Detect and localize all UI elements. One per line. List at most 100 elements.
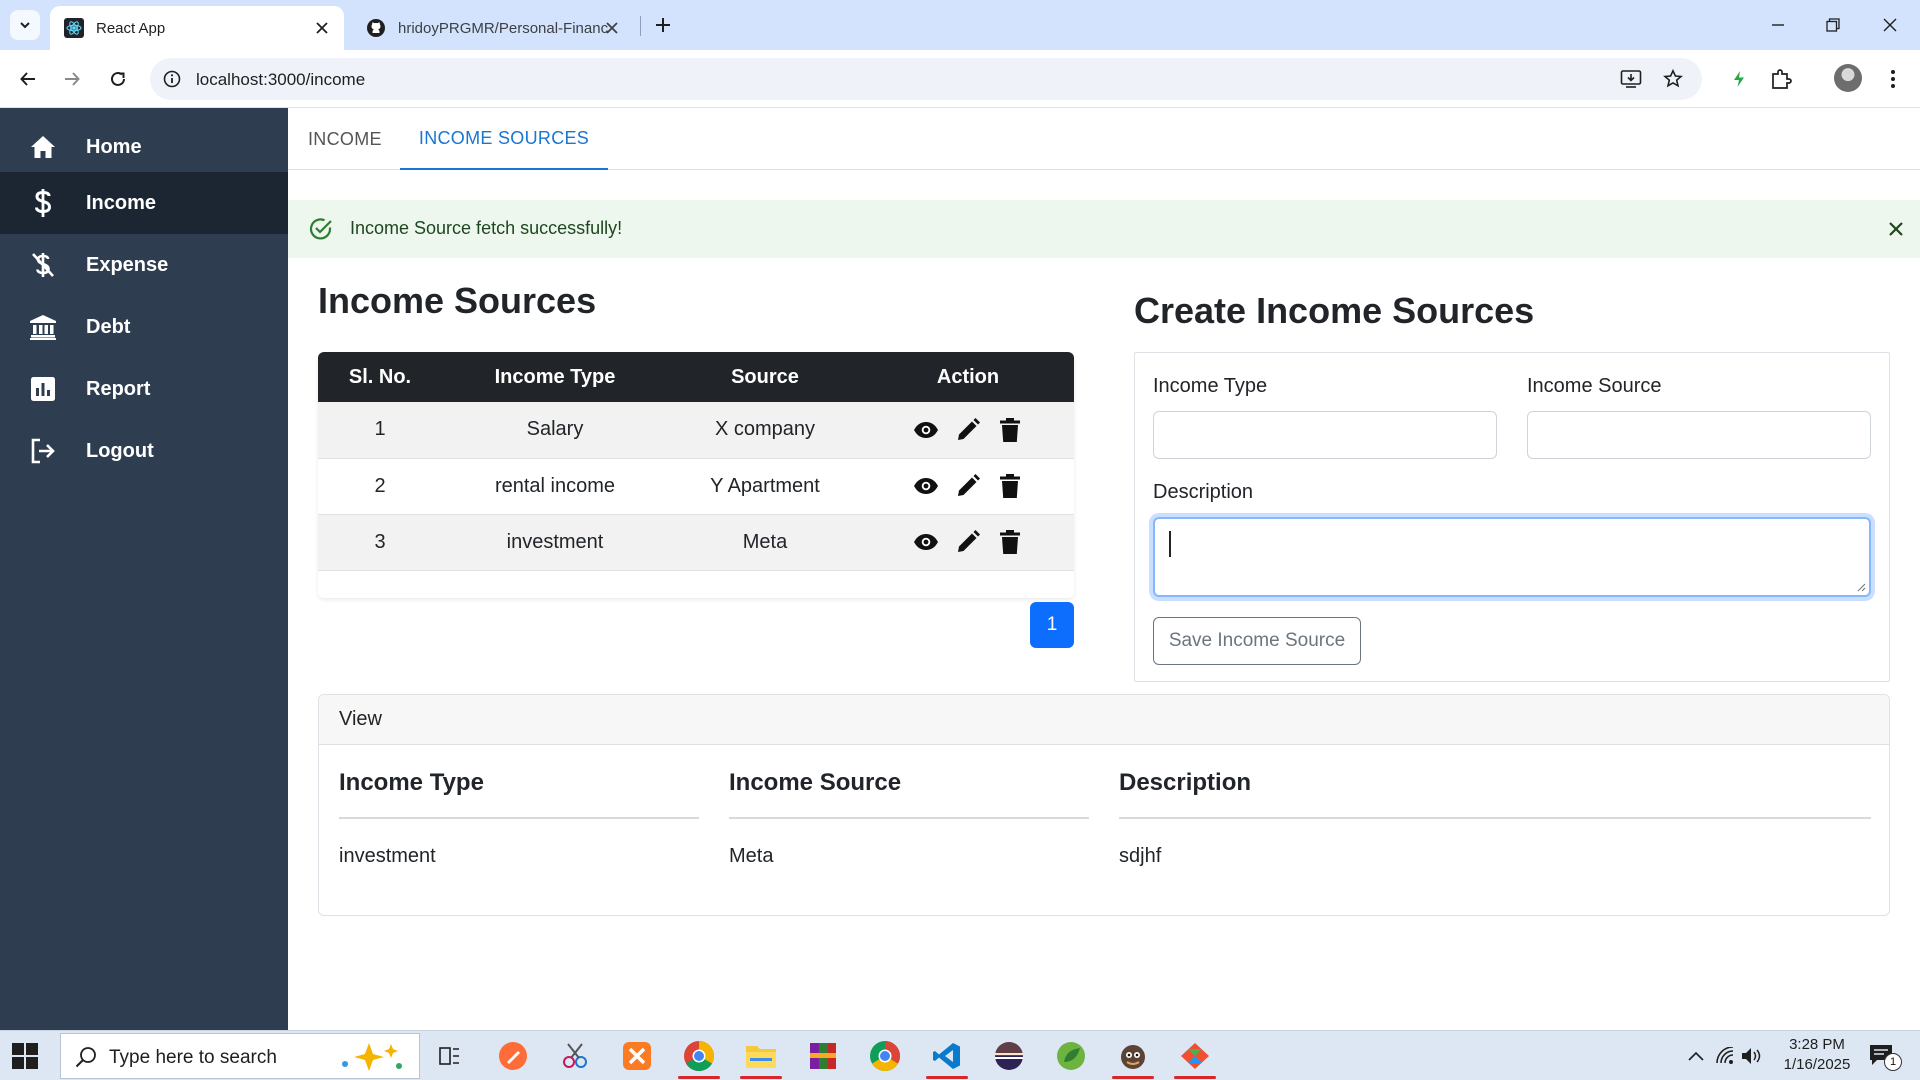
description-textarea[interactable] <box>1153 517 1871 597</box>
edit-pencil-icon[interactable] <box>954 528 982 556</box>
tab-search-button[interactable] <box>10 10 40 40</box>
sidebar-item-label: Logout <box>86 439 154 462</box>
tab-label: INCOME SOURCES <box>418 127 590 148</box>
sidebar-item-label: Income <box>86 191 157 214</box>
taskbar-clock[interactable]: 3:28 PM 1/16/2025 <box>1772 1035 1862 1075</box>
delete-trash-icon[interactable] <box>996 528 1024 556</box>
tab-label: INCOME <box>308 128 382 149</box>
task-view-icon[interactable] <box>424 1036 474 1076</box>
description-label: Description <box>1153 481 1254 503</box>
file-explorer-icon[interactable] <box>736 1036 786 1079</box>
copilot-sparkle-icon[interactable] <box>329 1040 409 1074</box>
site-info-icon[interactable] <box>162 69 182 89</box>
arrow-right-icon <box>65 72 80 86</box>
sidebar-item-logout[interactable]: Logout <box>0 420 288 482</box>
git-app-icon[interactable] <box>1170 1036 1220 1079</box>
browser-tab-title: hridoyPRGMR/Personal-Finance <box>398 19 608 37</box>
notification-center-button[interactable]: 1 <box>1868 1043 1904 1071</box>
income-type-input[interactable] <box>1153 411 1497 459</box>
tab-income-sources[interactable]: INCOME SOURCES <box>400 108 608 170</box>
active-indicator <box>678 1076 720 1079</box>
view-description-heading: Description <box>1119 769 1252 796</box>
table-row: 1 Salary X company <box>318 402 1074 458</box>
close-icon <box>1883 18 1897 32</box>
sidebar-item-label: Expense <box>86 253 169 276</box>
cell-actions <box>862 402 1074 458</box>
cell-source: Y Apartment <box>710 474 820 497</box>
delete-trash-icon[interactable] <box>996 416 1024 444</box>
windows-start-icon[interactable] <box>12 1043 38 1069</box>
resize-handle-icon[interactable] <box>1856 582 1866 592</box>
income-source-input[interactable] <box>1527 411 1871 459</box>
income-source-label: Income Source <box>1527 375 1662 397</box>
postman-app-icon[interactable] <box>488 1036 538 1076</box>
tab-income[interactable]: INCOME <box>308 108 382 170</box>
show-hidden-icons-chevron-up-icon[interactable] <box>1684 1044 1708 1068</box>
chrome-profile-app-icon[interactable] <box>860 1036 910 1076</box>
browser-tab-react-app[interactable]: React App <box>50 6 344 50</box>
chrome-app-icon[interactable] <box>674 1036 724 1079</box>
cell-source: X company <box>714 418 816 441</box>
spring-tool-app-icon[interactable] <box>1046 1036 1096 1076</box>
sidebar: Home Income Expense Debt Report Logout <box>0 108 288 1030</box>
view-eye-icon[interactable] <box>912 472 940 500</box>
browser-tabstrip: React App hridoyPRGMR/Personal-Finance <box>0 0 1920 50</box>
bookmark-star-icon[interactable] <box>1662 68 1684 90</box>
view-eye-icon[interactable] <box>912 416 940 444</box>
delete-trash-icon[interactable] <box>996 472 1024 500</box>
create-income-sources-title: Create Income Sources <box>1134 290 1535 331</box>
active-indicator <box>1174 1076 1216 1079</box>
vscode-app-icon[interactable] <box>922 1036 972 1079</box>
edit-pencil-icon[interactable] <box>954 472 982 500</box>
minimize-window-button[interactable] <box>1758 10 1798 40</box>
reload-button[interactable] <box>102 63 134 95</box>
windows-taskbar: Type here to search 3:28 PM 1/16/2025 1 <box>0 1030 1920 1080</box>
forward-button[interactable] <box>56 63 88 95</box>
cell-income-type: Salary <box>526 418 584 441</box>
main-content: INCOME INCOME SOURCES Income Source fetc… <box>288 108 1920 1030</box>
edit-pencil-icon[interactable] <box>954 416 982 444</box>
success-alert: Income Source fetch successfully! <box>288 200 1920 258</box>
sidebar-item-income[interactable]: Income <box>0 172 288 234</box>
view-income-source-heading: Income Source <box>729 769 902 796</box>
profile-avatar[interactable] <box>1834 64 1862 92</box>
browser-menu-icon[interactable] <box>1880 66 1906 92</box>
view-income-source-value: Meta <box>729 845 774 867</box>
pagination-page-button[interactable]: 1 <box>1030 602 1074 648</box>
gimp-app-icon[interactable] <box>1108 1036 1158 1079</box>
close-window-button[interactable] <box>1870 10 1910 40</box>
close-tab-icon[interactable] <box>312 18 332 38</box>
snipping-tool-icon[interactable] <box>550 1036 600 1076</box>
close-tab-icon[interactable] <box>602 18 622 38</box>
sidebar-item-expense[interactable]: Expense <box>0 234 288 296</box>
winrar-app-icon[interactable] <box>798 1036 848 1076</box>
back-button[interactable] <box>12 63 44 95</box>
xampp-app-icon[interactable] <box>612 1036 662 1076</box>
performance-icon[interactable] <box>1726 66 1752 92</box>
react-favicon-icon <box>64 18 84 38</box>
volume-speaker-icon[interactable] <box>1740 1044 1764 1068</box>
income-sources-title: Income Sources <box>318 280 597 321</box>
new-tab-button[interactable] <box>650 12 676 38</box>
view-eye-icon[interactable] <box>912 528 940 556</box>
tab-separator <box>640 16 641 36</box>
address-bar[interactable]: localhost:3000/income <box>150 58 1702 100</box>
install-app-icon[interactable] <box>1620 68 1642 90</box>
eclipse-app-icon[interactable] <box>984 1036 1034 1076</box>
restore-window-button[interactable] <box>1813 10 1853 40</box>
sidebar-item-report[interactable]: Report <box>0 358 288 420</box>
sidebar-item-home[interactable]: Home <box>0 116 288 178</box>
view-income-type-column: Income Type investment <box>339 745 699 915</box>
network-wifi-icon[interactable] <box>1714 1044 1738 1068</box>
taskbar-search-box[interactable]: Type here to search <box>60 1033 420 1079</box>
search-icon <box>75 1047 96 1068</box>
notification-count-badge: 1 <box>1884 1053 1902 1071</box>
sidebar-item-label: Home <box>86 135 142 158</box>
minimize-icon <box>1772 24 1784 26</box>
sidebar-item-debt[interactable]: Debt <box>0 296 288 358</box>
taskbar-search-placeholder: Type here to search <box>109 1047 277 1068</box>
browser-tab-github[interactable]: hridoyPRGMR/Personal-Finance <box>354 6 634 50</box>
save-income-source-button[interactable]: Save Income Source <box>1153 617 1361 665</box>
extensions-icon[interactable] <box>1768 66 1794 92</box>
alert-close-button[interactable] <box>1884 217 1908 241</box>
